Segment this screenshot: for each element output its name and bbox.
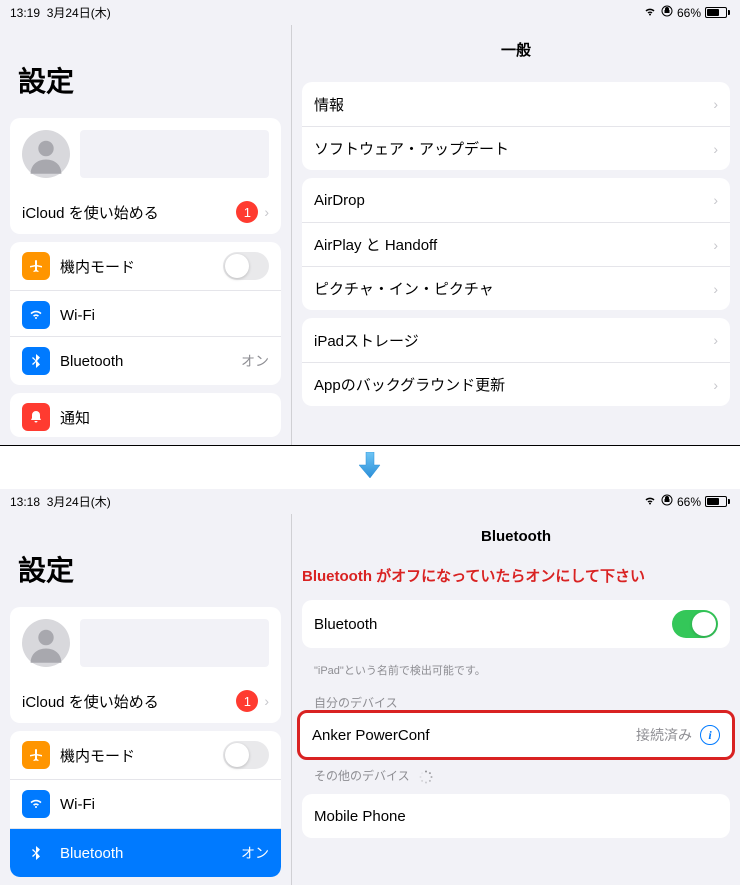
wifi-row[interactable]: Wi-Fi bbox=[10, 290, 281, 339]
account-row[interactable] bbox=[10, 118, 281, 190]
bluetooth-toggle-row[interactable]: Bluetooth bbox=[302, 600, 730, 648]
chevron-right-icon: › bbox=[713, 377, 718, 393]
rotation-lock-icon bbox=[661, 494, 673, 509]
avatar-icon bbox=[22, 130, 70, 178]
software-update-row[interactable]: ソフトウェア・アップデート› bbox=[302, 126, 730, 170]
wifi-icon bbox=[22, 790, 50, 818]
airplay-row[interactable]: AirPlay と Handoff› bbox=[302, 222, 730, 266]
bg-refresh-row[interactable]: Appのバックグラウンド更新› bbox=[302, 362, 730, 406]
info-icon[interactable]: i bbox=[700, 725, 720, 745]
airplane-toggle[interactable] bbox=[223, 252, 269, 280]
chevron-right-icon: › bbox=[713, 192, 718, 208]
chevron-right-icon: › bbox=[713, 96, 718, 112]
status-bar: 13:18 3月24日(木) 66% bbox=[0, 489, 740, 514]
general-header: 一般 bbox=[300, 25, 732, 74]
airplane-icon bbox=[22, 252, 50, 280]
battery-icon bbox=[705, 496, 730, 507]
chevron-right-icon: › bbox=[713, 237, 718, 253]
badge-icon: 1 bbox=[236, 690, 258, 712]
status-bar: 13:19 3月24日(木) 66% bbox=[0, 0, 740, 25]
chevron-right-icon: › bbox=[264, 693, 269, 709]
pip-row[interactable]: ピクチャ・イン・ピクチャ› bbox=[302, 266, 730, 310]
airplane-toggle[interactable] bbox=[223, 741, 269, 769]
account-row[interactable] bbox=[10, 607, 281, 679]
chevron-right-icon: › bbox=[264, 204, 269, 220]
bluetooth-icon bbox=[22, 839, 50, 867]
instruction-note: Bluetooth がオフになっていたらオンにして下さい bbox=[300, 559, 732, 592]
airdrop-row[interactable]: AirDrop› bbox=[302, 178, 730, 222]
settings-title: 設定 bbox=[8, 25, 283, 110]
device-anker-row[interactable]: Anker PowerConf 接続済み i bbox=[300, 713, 732, 757]
wifi-icon bbox=[643, 495, 657, 509]
spinner-icon bbox=[419, 770, 433, 784]
settings-title: 設定 bbox=[8, 514, 283, 599]
badge-icon: 1 bbox=[236, 201, 258, 223]
chevron-right-icon: › bbox=[713, 332, 718, 348]
wifi-icon bbox=[643, 6, 657, 20]
discoverable-hint: "iPad"という名前で検出可能です。 bbox=[300, 656, 732, 684]
bluetooth-icon bbox=[22, 347, 50, 375]
bluetooth-toggle[interactable] bbox=[672, 610, 718, 638]
bluetooth-header: Bluetooth bbox=[300, 514, 732, 559]
about-row[interactable]: 情報› bbox=[302, 82, 730, 126]
my-devices-label: 自分のデバイス bbox=[300, 684, 732, 713]
rotation-lock-icon bbox=[661, 5, 673, 20]
icloud-start-row[interactable]: iCloud を使い始める 1 › bbox=[10, 190, 281, 234]
airplane-mode-row[interactable]: 機内モード bbox=[10, 731, 281, 779]
notification-icon bbox=[22, 403, 50, 431]
battery-icon bbox=[705, 7, 730, 18]
chevron-right-icon: › bbox=[713, 281, 718, 297]
bluetooth-row-selected[interactable]: Bluetooth オン bbox=[10, 828, 281, 877]
bluetooth-row[interactable]: Bluetooth オン bbox=[10, 336, 281, 385]
device-mobile-row[interactable]: Mobile Phone bbox=[302, 794, 730, 838]
chevron-right-icon: › bbox=[713, 141, 718, 157]
notifications-row[interactable]: 通知 bbox=[10, 393, 281, 437]
airplane-icon bbox=[22, 741, 50, 769]
storage-row[interactable]: iPadストレージ› bbox=[302, 318, 730, 362]
wifi-row[interactable]: Wi-Fi bbox=[10, 779, 281, 828]
arrow-down-icon bbox=[0, 446, 740, 489]
avatar-icon bbox=[22, 619, 70, 667]
other-devices-label: その他のデバイス bbox=[300, 757, 732, 786]
icloud-start-row[interactable]: iCloud を使い始める 1 › bbox=[10, 679, 281, 723]
wifi-icon bbox=[22, 301, 50, 329]
airplane-mode-row[interactable]: 機内モード bbox=[10, 242, 281, 290]
